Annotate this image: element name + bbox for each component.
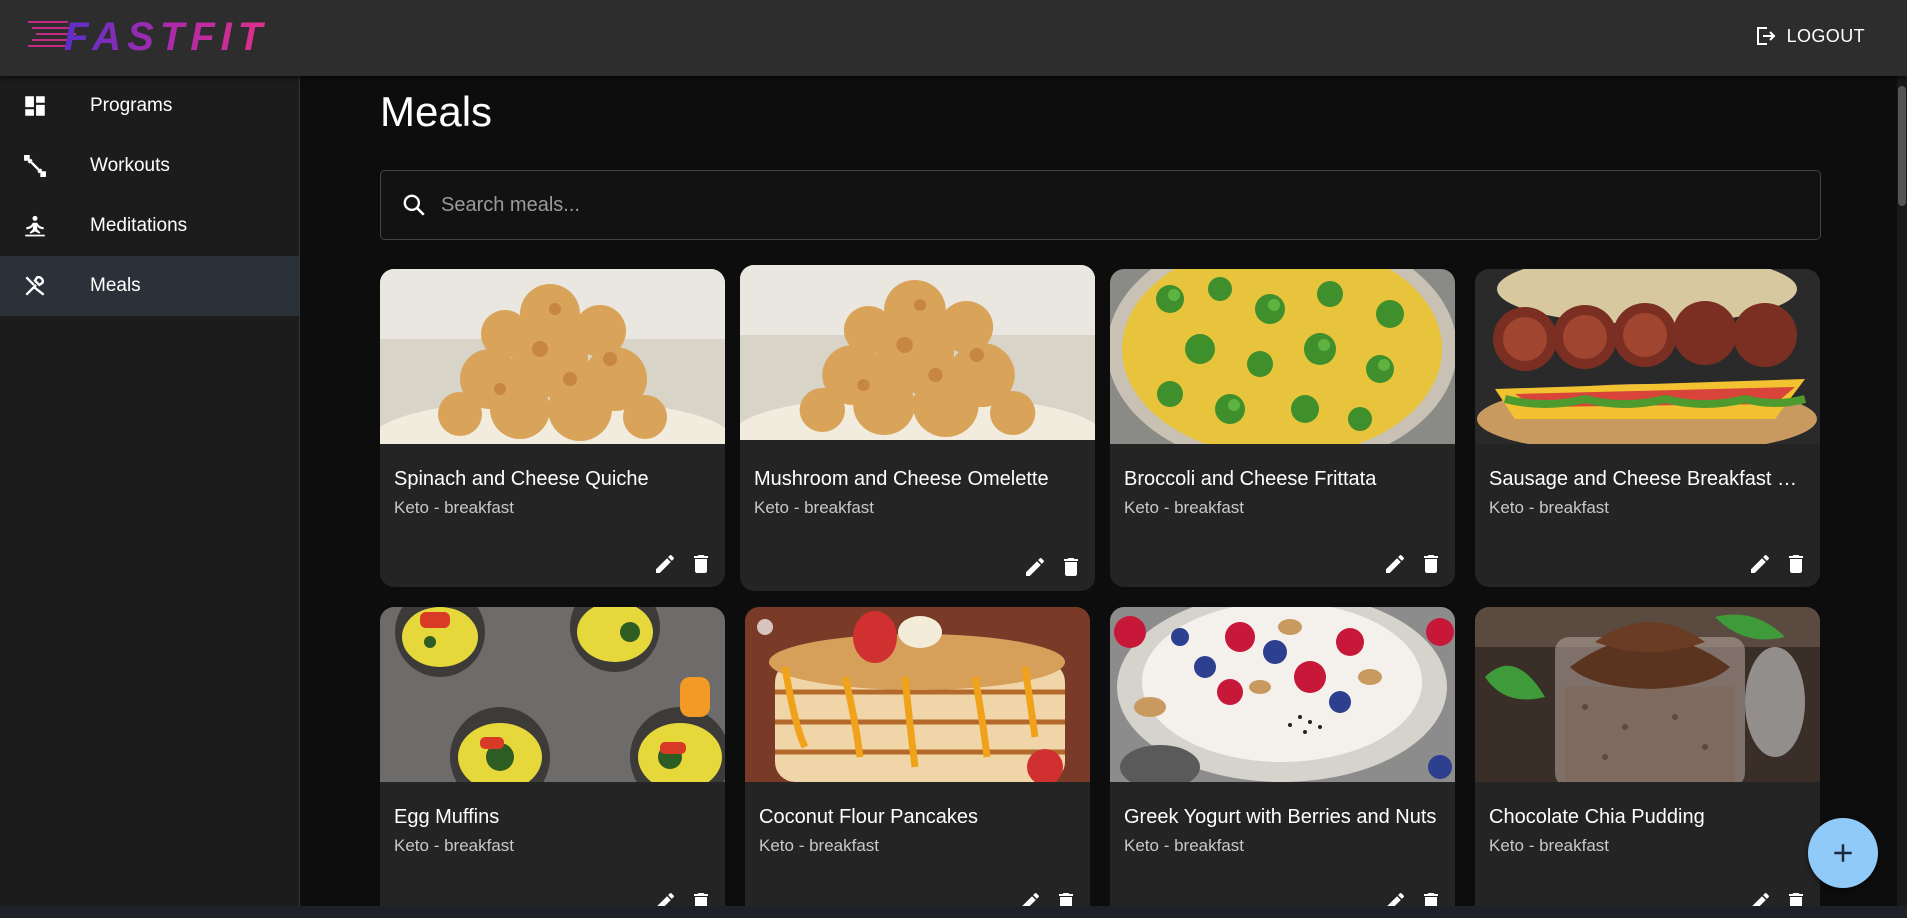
logout-button[interactable]: LOGOUT <box>1753 24 1865 48</box>
plus-icon <box>1834 844 1852 862</box>
search-bar[interactable] <box>380 170 1821 240</box>
meal-card[interactable]: Sausage and Cheese Breakfast Sandwich Ke… <box>1475 269 1820 587</box>
meal-subtitle: Keto - breakfast <box>1489 836 1610 855</box>
edit-icon[interactable] <box>1748 552 1772 576</box>
meal-subtitle: Keto - breakfast <box>759 836 880 855</box>
sidebar-item-label: Meditations <box>90 215 188 236</box>
sidebar-item-label: Workouts <box>90 155 170 176</box>
edit-icon[interactable] <box>653 552 677 576</box>
meal-card[interactable]: Spinach and Cheese Quiche Keto - breakfa… <box>380 269 725 587</box>
meal-title: Spinach and Cheese Quiche <box>394 468 649 490</box>
add-meal-button[interactable] <box>1808 818 1878 888</box>
restaurant-icon <box>0 273 90 299</box>
self-improvement-icon <box>0 213 90 239</box>
dashboard-icon <box>0 93 90 119</box>
sidebar-item-label: Programs <box>90 95 173 116</box>
meal-image-cauliflower <box>380 269 725 444</box>
meal-title: Sausage and Cheese Breakfast Sandwich <box>1489 468 1809 490</box>
delete-icon[interactable] <box>1419 552 1443 576</box>
meal-image-sausage <box>1475 269 1820 444</box>
main-content: Meals Spinach and Chee <box>380 76 1821 918</box>
sidebar-item-programs[interactable]: Programs <box>0 76 299 136</box>
os-taskbar <box>0 906 1907 918</box>
meal-title: Mushroom and Cheese Omelette <box>754 468 1049 490</box>
meal-title: Coconut Flour Pancakes <box>759 806 979 828</box>
meal-subtitle: Keto - breakfast <box>1124 836 1245 855</box>
meal-title: Greek Yogurt with Berries and Nuts <box>1124 806 1437 828</box>
meal-title: Egg Muffins <box>394 806 500 828</box>
scrollbar-thumb[interactable] <box>1898 86 1906 206</box>
fastfit-logo[interactable]: FASTFIT <box>28 12 288 62</box>
app-header: FASTFIT LOGOUT <box>0 0 1907 76</box>
meal-subtitle: Keto - breakfast <box>1489 498 1610 517</box>
page-title: Meals <box>380 88 493 135</box>
meal-image-pancakes <box>745 607 1090 782</box>
meal-subtitle: Keto - breakfast <box>394 498 515 517</box>
meal-subtitle: Keto - breakfast <box>394 836 515 855</box>
edit-icon[interactable] <box>1383 552 1407 576</box>
fitness-icon <box>0 153 90 179</box>
sidebar-item-meditations[interactable]: Meditations <box>0 196 299 256</box>
meal-card[interactable]: Coconut Flour Pancakes Keto - breakfast <box>745 607 1090 918</box>
sidebar-item-label: Meals <box>90 275 141 296</box>
edit-icon[interactable] <box>1023 555 1047 579</box>
sidebar-item-workouts[interactable]: Workouts <box>0 136 299 196</box>
meal-card[interactable]: Greek Yogurt with Berries and Nuts Keto … <box>1110 607 1455 918</box>
sidebar: Programs Workouts Meditations Meals <box>0 76 300 918</box>
meal-image-cauliflower <box>740 265 1095 440</box>
meal-image-muffins <box>380 607 725 782</box>
delete-icon[interactable] <box>1784 552 1808 576</box>
logout-label: LOGOUT <box>1786 25 1865 46</box>
meal-image-frittata <box>1110 269 1455 444</box>
logout-icon <box>1756 27 1775 45</box>
logo-text: FASTFIT <box>64 15 268 59</box>
meal-subtitle: Keto - breakfast <box>754 498 875 517</box>
search-input[interactable] <box>441 193 1741 217</box>
sidebar-item-meals[interactable]: Meals <box>0 256 299 316</box>
meal-subtitle: Keto - breakfast <box>1124 498 1245 517</box>
meal-image-pudding <box>1475 607 1820 782</box>
meal-card[interactable]: Broccoli and Cheese Frittata Keto - brea… <box>1110 269 1455 587</box>
delete-icon[interactable] <box>1059 555 1083 579</box>
meal-card[interactable]: Mushroom and Cheese Omelette Keto - brea… <box>740 265 1095 591</box>
search-icon <box>403 194 425 216</box>
scrollbar[interactable] <box>1897 76 1907 918</box>
meal-card[interactable]: Egg Muffins Keto - breakfast <box>380 607 725 918</box>
delete-icon[interactable] <box>689 552 713 576</box>
meal-card[interactable]: Chocolate Chia Pudding Keto - breakfast <box>1475 607 1820 918</box>
meal-title: Broccoli and Cheese Frittata <box>1124 468 1377 490</box>
meal-image-yogurt <box>1110 607 1455 782</box>
meal-title: Chocolate Chia Pudding <box>1489 806 1705 828</box>
